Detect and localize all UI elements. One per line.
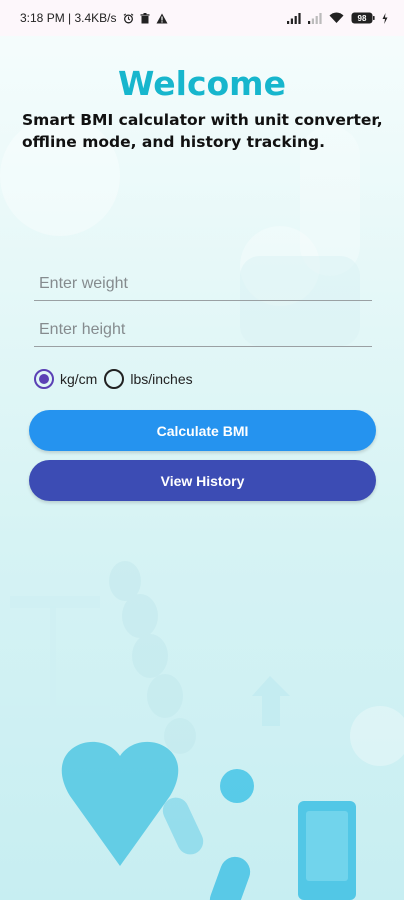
calculate-bmi-button[interactable]: Calculate BMI xyxy=(29,410,376,451)
unit-option-label: lbs/inches xyxy=(130,371,193,387)
unit-option-lbs-inches[interactable]: lbs/inches xyxy=(104,369,193,389)
status-right: 98 xyxy=(287,12,388,24)
battery-icon: 98 xyxy=(351,12,375,24)
page-title: Welcome xyxy=(118,64,286,103)
unit-option-label: kg/cm xyxy=(60,371,98,387)
radio-unchecked-icon[interactable] xyxy=(104,369,125,389)
signal-weak-icon xyxy=(308,12,322,24)
height-input[interactable] xyxy=(34,313,372,346)
wifi-icon xyxy=(329,12,344,24)
view-history-button[interactable]: View History xyxy=(29,460,376,501)
status-time: 3:18 PM | 3.4KB/s xyxy=(20,11,117,25)
status-bar: 3:18 PM | 3.4KB/s 98 xyxy=(0,0,404,36)
alarm-icon xyxy=(123,12,134,24)
status-left: 3:18 PM | 3.4KB/s xyxy=(20,11,168,25)
charging-icon xyxy=(382,12,388,24)
warning-icon xyxy=(156,13,168,24)
page-subtitle: Smart BMI calculator with unit converter… xyxy=(22,111,383,151)
battery-level: 98 xyxy=(358,14,367,23)
weight-input[interactable] xyxy=(34,267,372,300)
height-field[interactable] xyxy=(34,313,372,347)
unit-selector: kg/cm lbs/inches xyxy=(34,369,200,389)
trash-icon xyxy=(140,12,150,24)
weight-field[interactable] xyxy=(34,267,372,301)
signal-icon xyxy=(287,12,301,24)
radio-checked-icon[interactable] xyxy=(34,369,54,389)
unit-option-kg-cm[interactable]: kg/cm xyxy=(34,369,97,389)
